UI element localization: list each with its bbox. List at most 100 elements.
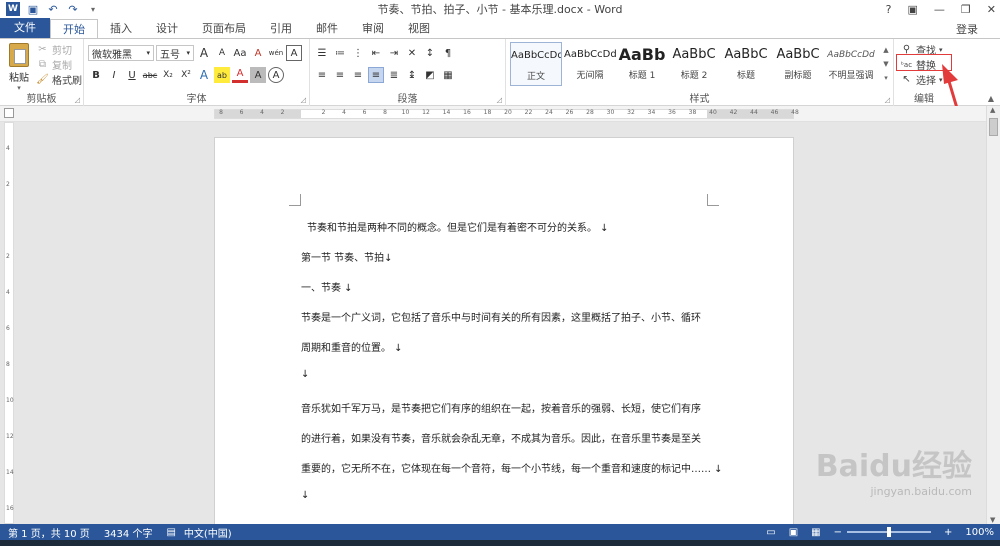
style-subtitle[interactable]: AaBbC 副标题 [772,42,824,86]
zoom-in-button[interactable]: + [944,527,952,538]
style-heading-1[interactable]: AaBb 标题 1 [616,42,668,86]
ruler-tick: 14 [6,469,14,476]
distributed-icon[interactable]: ≣ [386,67,402,83]
styles-scroll[interactable]: ▲ ▼ ▾ [881,43,891,85]
close-button[interactable]: ✕ [987,3,996,16]
font-launcher-icon[interactable]: ◿ [301,96,306,104]
scroll-down-icon[interactable]: ▼ [990,516,995,524]
ruler-tick: 20 [504,109,512,116]
align-left-icon[interactable]: ≡ [314,67,330,83]
page-count[interactable]: 第 1 页，共 10 页 [8,525,90,540]
show-marks-icon[interactable]: ¶ [440,45,456,61]
multilevel-list-icon[interactable]: ⋮ [350,45,366,61]
format-painter-button[interactable]: 🖌 格式刷 [36,72,82,87]
paragraph: 周期和重音的位置。 ↓ [301,343,403,354]
style-subtle-emphasis[interactable]: AaBbCcDd 不明显强调 [824,42,878,86]
tab-insert[interactable]: 插入 [98,19,144,38]
tab-file[interactable]: 文件 [0,18,50,38]
language-indicator[interactable]: 中文(中国) [184,525,232,540]
justify-icon[interactable]: ≡ [368,67,384,83]
bold-button[interactable]: B [88,67,104,83]
increase-indent-icon[interactable]: ⇥ [386,45,402,61]
tab-review[interactable]: 审阅 [350,19,396,38]
line-spacing-icon[interactable]: ↨ [404,67,420,83]
subscript-button[interactable]: X₂ [160,67,176,83]
superscript-button[interactable]: X² [178,67,194,83]
italic-button[interactable]: I [106,67,122,83]
align-right-icon[interactable]: ≡ [350,67,366,83]
title-bar: W ▣ ↶ ↷ ▾ 节奏、节拍、拍子、小节 - 基本乐理.docx - Word… [0,0,1000,18]
print-layout-icon[interactable]: ▣ [789,527,798,538]
change-case-button[interactable]: Aa [232,45,248,61]
copy-button[interactable]: ⧉ 复制 [36,57,82,72]
sort-icon[interactable]: ↕ [422,45,438,61]
tab-references[interactable]: 引用 [258,19,304,38]
zoom-level[interactable]: 100% [965,527,994,538]
help-button[interactable]: ? [886,3,892,16]
save-icon[interactable]: ▣ [26,2,40,16]
zoom-slider-knob[interactable] [887,527,892,537]
web-layout-icon[interactable]: ▦ [811,527,820,538]
tab-page-layout[interactable]: 页面布局 [190,19,258,38]
font-name-dropdown[interactable]: 微软雅黑 ▾ [88,45,154,61]
paragraph: 节奏是一个广义词，它包括了音乐中与时间有关的所有因素，这里概括了拍子、小节、循环 [301,313,701,324]
bullets-icon[interactable]: ☰ [314,45,330,61]
read-mode-icon[interactable]: ▭ [766,527,775,538]
customize-qat-icon[interactable]: ▾ [86,2,100,16]
underline-button[interactable]: U [124,67,140,83]
ruler-tick: 30 [606,109,615,116]
paragraph-launcher-icon[interactable]: ◿ [497,96,502,104]
login-link[interactable]: 登录 [956,21,978,37]
tab-home[interactable]: 开始 [50,19,98,38]
maximize-button[interactable]: ❐ [961,3,971,16]
ribbon-display-button[interactable]: ▣ [908,3,918,16]
font-group: 微软雅黑 ▾ 五号 ▾ A A Aa A wén A B I U abc X₂ X²… [84,39,310,107]
decrease-indent-icon[interactable]: ⇤ [368,45,384,61]
document-page[interactable]: 节奏和节拍是两种不同的概念。但是它们是有着密不可分的关系。 ↓ 第一节 节奏、节… [214,137,794,537]
strikethrough-button[interactable]: abc [142,67,158,83]
minimize-button[interactable]: — [934,3,945,16]
align-center-icon[interactable]: ≡ [332,67,348,83]
clipboard-launcher-icon[interactable]: ◿ [75,96,80,104]
tab-mailings[interactable]: 邮件 [304,19,350,38]
scroll-up-icon[interactable]: ▲ [990,106,995,114]
vertical-scrollbar[interactable]: ▲ ▼ [986,106,1000,524]
style-normal[interactable]: AaBbCcDd 正文 [510,42,562,86]
tab-selector[interactable] [4,108,14,118]
cut-button[interactable]: ✂ 剪切 [36,42,82,57]
paste-button[interactable]: 粘贴 ▾ [6,43,32,92]
shrink-font-button[interactable]: A [214,45,230,61]
font-size-dropdown[interactable]: 五号 ▾ [156,45,194,61]
phonetic-guide-button[interactable]: wén [268,45,284,61]
font-color-button[interactable]: A [232,67,248,83]
text-effects-button[interactable]: A [196,67,212,83]
style-no-spacing[interactable]: AaBbCcDd 无间隔 [564,42,616,86]
grow-font-button[interactable]: A [196,45,212,61]
vertical-ruler[interactable]: 4 2 2 4 6 8 10 12 14 16 [4,122,14,524]
redo-icon[interactable]: ↷ [66,2,80,16]
character-border-button[interactable]: A [286,45,302,61]
horizontal-ruler-row: 8 6 4 2 2 4 6 8 10 12 14 16 18 20 22 24 26 28 30 32 34 36 38 40… [0,106,1000,122]
style-title[interactable]: AaBbC 标题 [720,42,772,86]
numbering-icon[interactable]: ≔ [332,45,348,61]
word-count[interactable]: 3434 个字 [104,525,153,540]
borders-icon[interactable]: ▦ [440,67,456,83]
tab-design[interactable]: 设计 [144,19,190,38]
enclose-characters-button[interactable]: A [268,67,284,83]
scrollbar-thumb[interactable] [989,118,998,136]
ruler-tick: 48 [791,109,799,116]
zoom-out-button[interactable]: − [834,527,842,538]
zoom-slider[interactable] [847,527,932,537]
clear-formatting-button[interactable]: A [250,45,266,61]
style-heading-2[interactable]: AaBbC 标题 2 [668,42,720,86]
character-shading-button[interactable]: A [250,67,266,83]
styles-launcher-icon[interactable]: ◿ [885,96,890,104]
highlight-color-button[interactable]: ab [214,67,230,83]
chinese-layout-icon[interactable]: ✕ [404,45,420,61]
horizontal-ruler[interactable]: 8 6 4 2 2 4 6 8 10 12 14 16 18 20 22 24 26 28 30 32 34 36 38 40… [214,109,799,119]
tab-view[interactable]: 视图 [396,19,442,38]
format-painter-label: 格式刷 [52,76,82,87]
proofing-icon[interactable]: ▤ [166,527,175,538]
shading-icon[interactable]: ◩ [422,67,438,83]
undo-icon[interactable]: ↶ [46,2,60,16]
